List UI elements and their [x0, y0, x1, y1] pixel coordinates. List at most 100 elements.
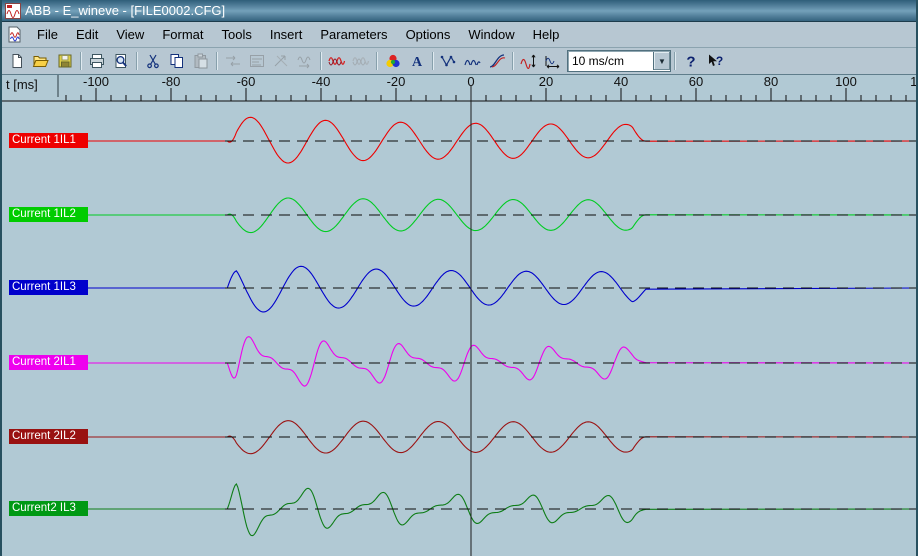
- title-bar[interactable]: ABB - E_wineve - [FILE0002.CFG]: [2, 0, 916, 22]
- menu-parameters[interactable]: Parameters: [311, 24, 396, 45]
- menu-items: FileEditViewFormatToolsInsertParametersO…: [28, 24, 568, 45]
- multi-curve-icon: [464, 53, 482, 69]
- sweep-value: 10 ms/cm: [568, 54, 653, 68]
- menu-tools[interactable]: Tools: [212, 24, 260, 45]
- document-icon[interactable]: [6, 26, 23, 43]
- cut-button[interactable]: [141, 50, 165, 72]
- axis-tick-label: 120: [910, 74, 916, 89]
- menu-bar: FileEditViewFormatToolsInsertParametersO…: [2, 22, 916, 48]
- time-scale-icon: [544, 53, 562, 69]
- print-icon: [88, 53, 106, 69]
- toolbar-separator: [216, 52, 218, 70]
- data-points-button[interactable]: [437, 50, 461, 72]
- phase-shift-button: [269, 50, 293, 72]
- paste-icon: [192, 53, 210, 69]
- channel-label-5[interactable]: Current 2IL2: [9, 429, 88, 444]
- help-button[interactable]: ?: [679, 50, 703, 72]
- app-icon: [5, 3, 21, 19]
- new-button[interactable]: [5, 50, 29, 72]
- axis-tick-label: -80: [162, 74, 181, 89]
- svg-text:?: ?: [686, 54, 695, 70]
- save-button[interactable]: [53, 50, 77, 72]
- axis-tick-label: 40: [614, 74, 628, 89]
- menu-options[interactable]: Options: [397, 24, 460, 45]
- menu-edit[interactable]: Edit: [67, 24, 107, 45]
- axis-unit-label: t [ms]: [6, 77, 38, 92]
- toolbar-separator: [320, 52, 322, 70]
- toolbar-separator: [512, 52, 514, 70]
- signal-curve: [88, 117, 916, 163]
- menu-view[interactable]: View: [107, 24, 153, 45]
- channel-label-6[interactable]: Current2 IL3: [9, 501, 88, 516]
- channel-label-2[interactable]: Current 1IL2: [9, 207, 88, 222]
- new-icon: [8, 53, 26, 69]
- wave-dim-button: [349, 50, 373, 72]
- toolbar-separator: [432, 52, 434, 70]
- cut-icon: [144, 53, 162, 69]
- plot-canvas[interactable]: t [ms]-100-80-60-40-20020406080100120: [2, 73, 916, 556]
- overlay-curve-button[interactable]: [485, 50, 509, 72]
- toolbar: A 10 ms/cm▼??: [2, 48, 916, 75]
- waveform-plot: t [ms]-100-80-60-40-20020406080100120 Cu…: [2, 73, 916, 556]
- open-button[interactable]: [29, 50, 53, 72]
- toolbar-separator: [376, 52, 378, 70]
- waveform-trace-4[interactable]: [88, 337, 916, 386]
- swap-signals-icon: [224, 53, 242, 69]
- channel-label-3[interactable]: Current 1IL3: [9, 280, 88, 295]
- compress-signal-button: [293, 50, 317, 72]
- font-icon: A: [408, 53, 426, 69]
- overlay-curve-icon: [488, 53, 506, 69]
- print-preview-button[interactable]: [109, 50, 133, 72]
- toolbar-separator: [136, 52, 138, 70]
- menu-help[interactable]: Help: [524, 24, 569, 45]
- phase-shift-icon: [272, 53, 290, 69]
- print-button[interactable]: [85, 50, 109, 72]
- swap-signals-button: [221, 50, 245, 72]
- wave-red-button[interactable]: [325, 50, 349, 72]
- svg-text:A: A: [412, 55, 423, 69]
- colors-button[interactable]: [381, 50, 405, 72]
- menu-format[interactable]: Format: [153, 24, 212, 45]
- sweep-select[interactable]: 10 ms/cm▼: [567, 50, 671, 72]
- amplitude-scale-button[interactable]: [517, 50, 541, 72]
- time-scale-button[interactable]: [541, 50, 565, 72]
- axis-tick-label: -40: [312, 74, 331, 89]
- font-button[interactable]: A: [405, 50, 429, 72]
- waveform-trace-1[interactable]: [88, 117, 916, 163]
- print-preview-icon: [112, 53, 130, 69]
- wave-red-icon: [328, 53, 346, 69]
- axis-tick-label: -100: [83, 74, 109, 89]
- channel-label-4[interactable]: Current 2IL1: [9, 355, 88, 370]
- signal-curve: [88, 337, 916, 386]
- signal-curve: [88, 266, 916, 312]
- waveform-trace-5[interactable]: [88, 421, 916, 454]
- axis-tick-label: 60: [689, 74, 703, 89]
- copy-button[interactable]: [165, 50, 189, 72]
- channel-label-1[interactable]: Current 1IL1: [9, 133, 88, 148]
- chevron-down-icon[interactable]: ▼: [653, 52, 670, 70]
- signal-curve: [88, 484, 916, 536]
- axis-tick-label: 100: [835, 74, 857, 89]
- help-icon: ?: [682, 53, 700, 69]
- colors-icon: [384, 53, 402, 69]
- open-icon: [32, 53, 50, 69]
- wave-dim-icon: [352, 53, 370, 69]
- menu-file[interactable]: File: [28, 24, 67, 45]
- waveform-trace-3[interactable]: [88, 266, 916, 312]
- app-window: ABB - E_wineve - [FILE0002.CFG] FileEdit…: [0, 0, 918, 556]
- axis-tick-label: 80: [764, 74, 778, 89]
- toolbar-separator: [674, 52, 676, 70]
- menu-window[interactable]: Window: [459, 24, 523, 45]
- waveform-trace-6[interactable]: [88, 484, 916, 536]
- window-title: ABB - E_wineve - [FILE0002.CFG]: [25, 3, 225, 18]
- km-mile-button: [245, 50, 269, 72]
- multi-curve-button[interactable]: [461, 50, 485, 72]
- toolbar-separator: [80, 52, 82, 70]
- context-help-button[interactable]: ?: [703, 50, 727, 72]
- axis-tick-label: 20: [539, 74, 553, 89]
- menu-insert[interactable]: Insert: [261, 24, 312, 45]
- save-icon: [56, 53, 74, 69]
- paste-button: [189, 50, 213, 72]
- waveform-trace-2[interactable]: [88, 198, 916, 233]
- axis-tick-label: -20: [387, 74, 406, 89]
